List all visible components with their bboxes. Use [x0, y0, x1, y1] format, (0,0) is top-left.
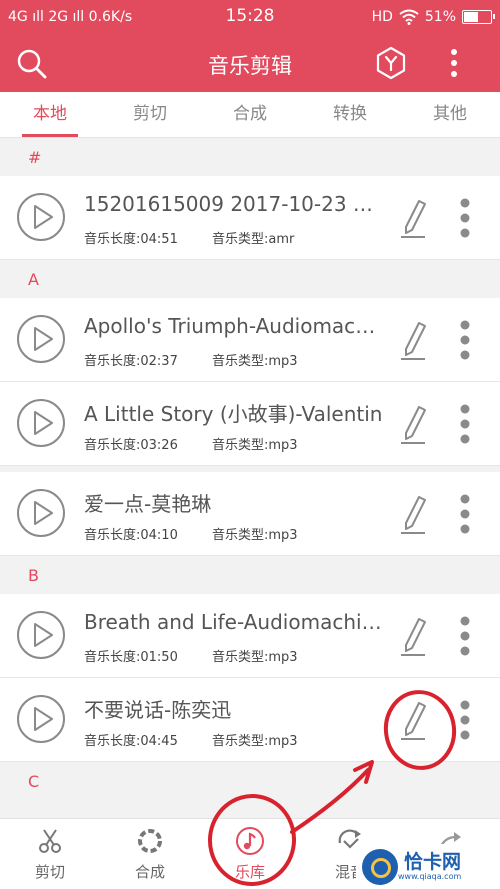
song-duration: 音乐长度:01:50	[84, 650, 178, 665]
play-icon[interactable]	[16, 398, 66, 448]
nav-label: 剪切	[34, 863, 65, 881]
more-options-icon[interactable]	[456, 320, 474, 360]
tab-local[interactable]: 本地	[0, 92, 100, 137]
nav-merge[interactable]: 合成	[100, 819, 200, 889]
list-item[interactable]: 15201615009 2017-10-23 15:24 音乐长度:04:51 …	[0, 176, 500, 260]
song-type: 音乐类型:amr	[212, 232, 295, 247]
song-duration: 音乐长度:02:37	[84, 354, 178, 369]
status-bar: 4G ıll 2G ıll 0.6K/s 15:28 HD 51%	[0, 0, 500, 36]
merge-circle-icon	[138, 829, 162, 853]
edit-icon[interactable]	[398, 492, 428, 534]
watermark: 恰卡网 www.qiaqa.com	[356, 844, 500, 889]
song-duration: 音乐长度:03:26	[84, 438, 178, 453]
battery-percent: 51%	[424, 9, 456, 25]
tab-convert[interactable]: 转换	[300, 92, 400, 137]
song-title: 15201615009 2017-10-23 15:24	[84, 192, 384, 216]
list-item[interactable]: A Little Story (小故事)-Valentin 音乐长度:03:26…	[0, 382, 500, 466]
list-item[interactable]: 爱一点-莫艳琳 音乐长度:04:10 音乐类型:mp3	[0, 472, 500, 556]
song-type: 音乐类型:mp3	[212, 528, 298, 543]
play-icon[interactable]	[16, 694, 66, 744]
song-list: # 15201615009 2017-10-23 15:24 音乐长度:04:5…	[0, 138, 500, 800]
more-options-icon[interactable]	[456, 616, 474, 656]
music-note-icon	[236, 827, 264, 855]
watermark-text: 恰卡网	[404, 850, 462, 873]
section-header: #	[0, 138, 500, 176]
list-item[interactable]: Breath and Life-Audiomachine 音乐长度:01:50 …	[0, 594, 500, 678]
scissors-icon	[39, 829, 61, 853]
page-title: 音乐剪辑	[208, 54, 292, 78]
play-icon[interactable]	[16, 610, 66, 660]
more-options-icon[interactable]	[456, 494, 474, 534]
song-title: 不要说话-陈奕迅	[84, 698, 232, 722]
song-title: A Little Story (小故事)-Valentin	[84, 402, 383, 426]
song-type: 音乐类型:mp3	[212, 354, 298, 369]
watermark-url: www.qiaqa.com	[398, 871, 462, 881]
song-duration: 音乐长度:04:51	[84, 232, 178, 247]
edit-icon[interactable]	[398, 402, 428, 444]
wifi-icon	[399, 9, 419, 25]
tab-cut[interactable]: 剪切	[100, 92, 200, 137]
app-bar: 音乐剪辑	[0, 36, 500, 92]
song-duration: 音乐长度:04:45	[84, 734, 178, 749]
section-header: C	[0, 762, 500, 800]
section-header: B	[0, 556, 500, 594]
more-options-icon[interactable]	[456, 404, 474, 444]
battery-icon	[462, 10, 495, 24]
song-title: Apollo's Triumph-Audiomachine	[84, 314, 384, 338]
more-options-icon[interactable]	[456, 700, 474, 740]
list-item[interactable]: Apollo's Triumph-Audiomachine 音乐长度:02:37…	[0, 298, 500, 382]
song-type: 音乐类型:mp3	[212, 734, 298, 749]
list-item[interactable]: 不要说话-陈奕迅 音乐长度:04:45 音乐类型:mp3	[0, 678, 500, 762]
edit-icon[interactable]	[398, 698, 428, 740]
nav-label: 合成	[134, 863, 165, 881]
song-type: 音乐类型:mp3	[212, 650, 298, 665]
nav-cut[interactable]: 剪切	[0, 819, 100, 889]
more-options-icon[interactable]	[456, 198, 474, 238]
nav-label: 乐库	[234, 863, 265, 881]
tab-bar: 本地 剪切 合成 转换 其他	[0, 92, 500, 138]
watermark-logo-icon	[362, 848, 398, 885]
edit-icon[interactable]	[398, 196, 428, 238]
play-icon[interactable]	[16, 488, 66, 538]
tab-merge[interactable]: 合成	[200, 92, 300, 137]
song-duration: 音乐长度:04:10	[84, 528, 178, 543]
hexagon-y-icon[interactable]	[374, 46, 408, 80]
song-type: 音乐类型:mp3	[212, 438, 298, 453]
more-vertical-icon[interactable]	[442, 46, 466, 80]
play-icon[interactable]	[16, 314, 66, 364]
network-type: HD	[371, 9, 393, 25]
song-title: 爱一点-莫艳琳	[84, 492, 212, 516]
edit-icon[interactable]	[398, 614, 428, 656]
song-title: Breath and Life-Audiomachine	[84, 610, 384, 634]
nav-library[interactable]: 乐库	[200, 819, 300, 889]
play-icon[interactable]	[16, 192, 66, 242]
tab-other[interactable]: 其他	[400, 92, 500, 137]
section-header: A	[0, 260, 500, 298]
edit-icon[interactable]	[398, 318, 428, 360]
